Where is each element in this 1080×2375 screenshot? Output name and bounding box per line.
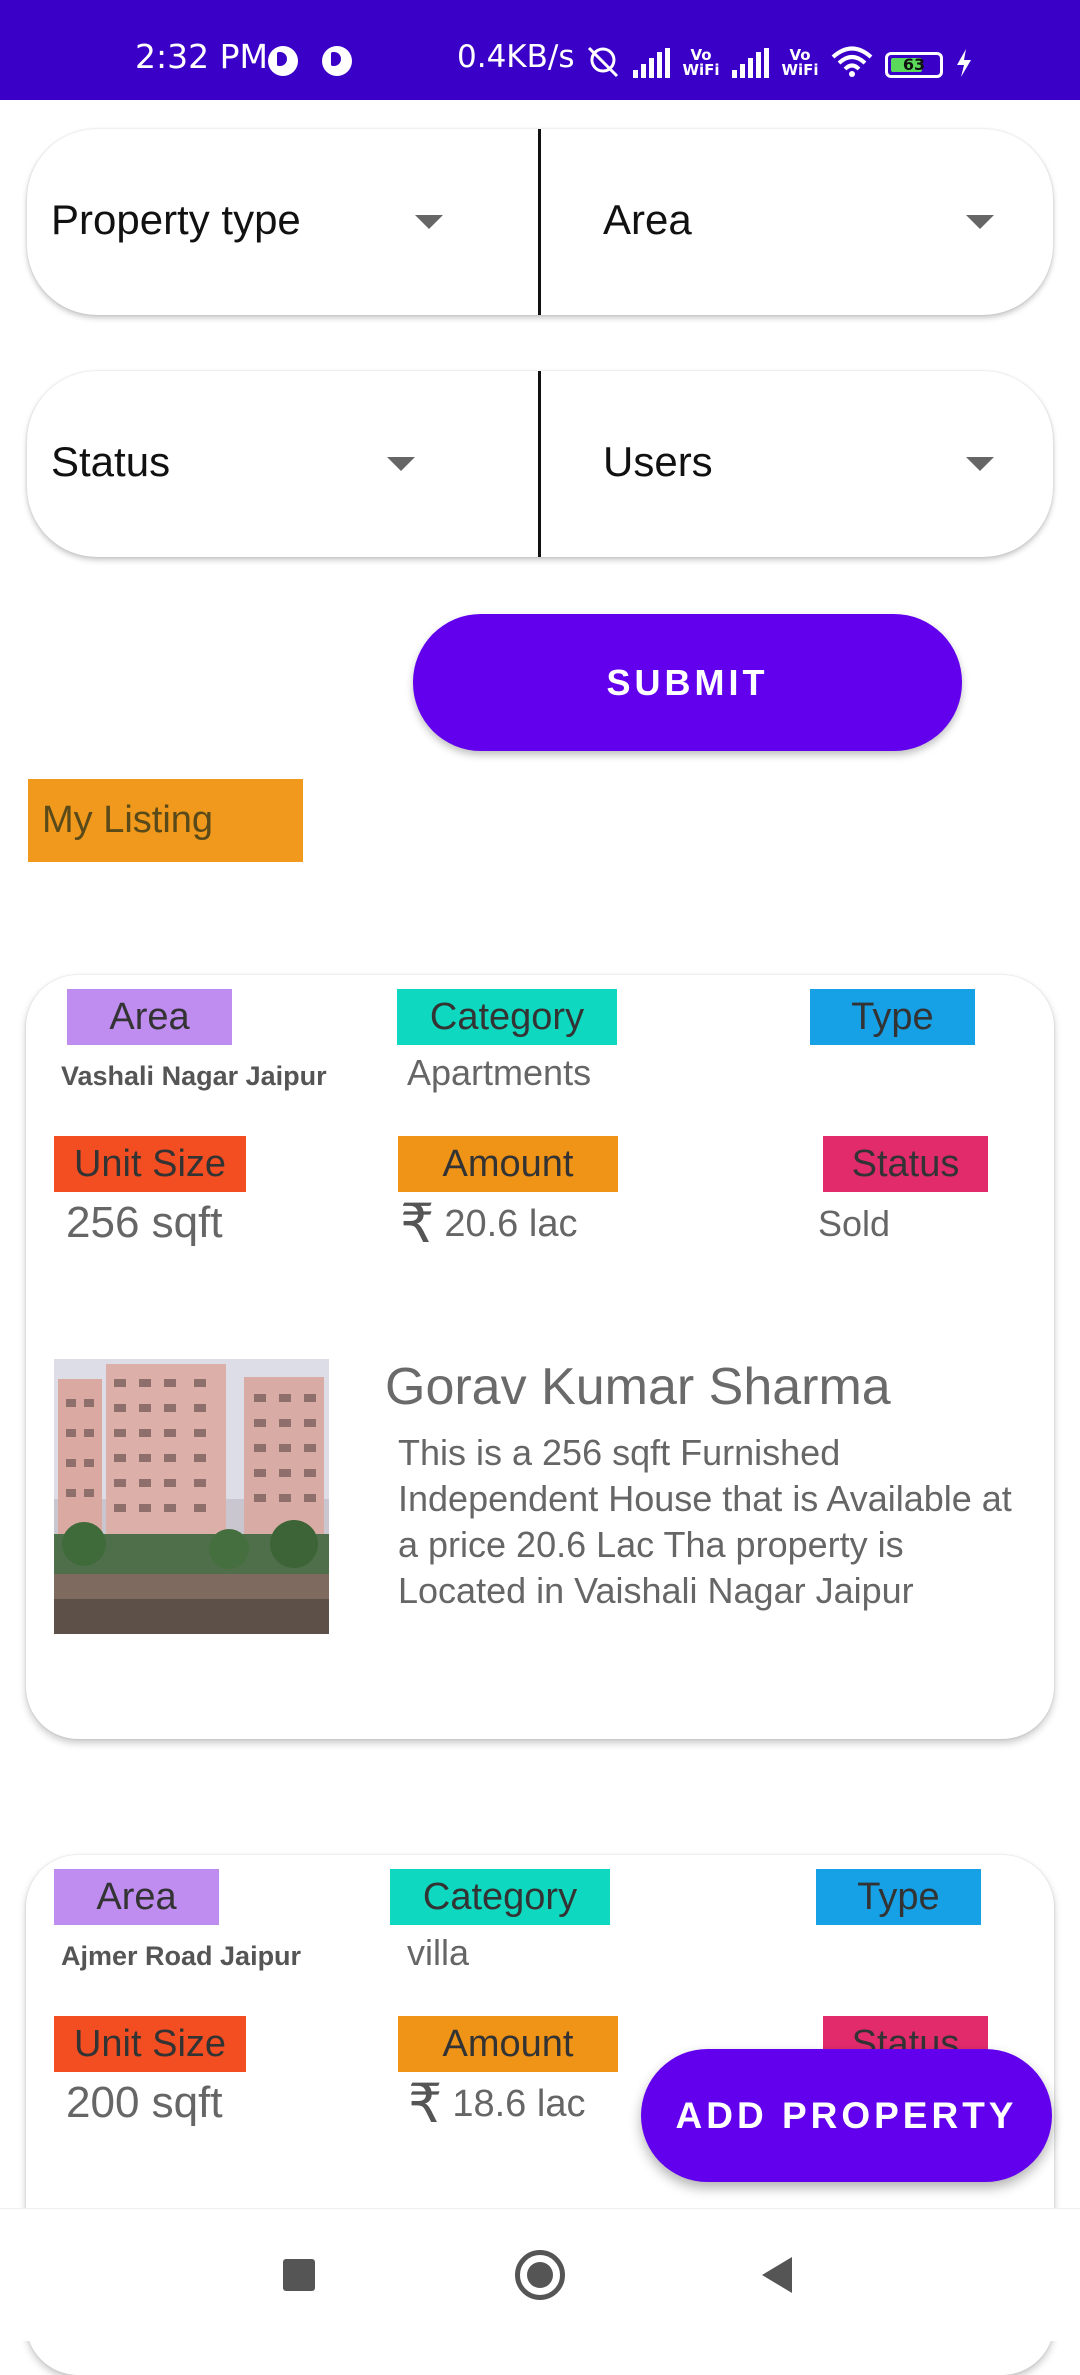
area-value: Vashali Nagar Jaipur xyxy=(61,1061,327,1091)
category-tag: Category xyxy=(397,989,617,1045)
network-speed: 0.4KB/s xyxy=(457,39,575,75)
status-bar: 2:32 PM 0.4KB/s Vo WiFi Vo WiFi 63 xyxy=(0,0,1080,100)
status-label: Status xyxy=(51,438,171,485)
add-property-button[interactable]: ADD PROPERTY xyxy=(641,2049,1052,2182)
vowifi-icon: Vo WiFi xyxy=(682,46,720,79)
amount-number: 18.6 lac xyxy=(452,2083,586,2125)
filter-row-1: Property type Area xyxy=(27,129,1053,315)
filter-row-2: Status Users xyxy=(27,371,1053,557)
unit-size-tag: Unit Size xyxy=(54,2016,246,2072)
amount-tag: Amount xyxy=(398,1136,618,1192)
amount-value: ₹ 18.6 lac xyxy=(408,2077,585,2131)
rupee-icon: ₹ xyxy=(408,2074,443,2134)
signal-icon xyxy=(633,48,670,78)
mute-alarm-icon xyxy=(587,46,619,78)
status-time: 2:32 PM xyxy=(135,37,268,76)
property-description: This is a 256 sqft Furnished Independent… xyxy=(398,1432,1012,1611)
caret-down-icon xyxy=(415,215,443,229)
area-dropdown[interactable]: Area xyxy=(541,129,1053,315)
recents-icon[interactable] xyxy=(283,2259,315,2291)
charging-icon xyxy=(957,49,971,77)
type-tag: Type xyxy=(810,989,975,1045)
caret-down-icon xyxy=(966,457,994,471)
area-value: Ajmer Road Jaipur xyxy=(61,1941,302,1971)
property-type-dropdown[interactable]: Property type xyxy=(27,129,538,315)
notification-icon xyxy=(268,46,298,76)
category-tag: Category xyxy=(390,1869,610,1925)
home-icon[interactable] xyxy=(515,2250,565,2300)
area-label: Area xyxy=(603,196,692,243)
caret-down-icon xyxy=(387,457,415,471)
status-value: Sold xyxy=(818,1203,891,1244)
area-tag: Area xyxy=(67,989,232,1045)
property-photo[interactable] xyxy=(54,1359,329,1634)
unit-size-value: 256 sqft xyxy=(66,1198,223,1247)
users-dropdown[interactable]: Users xyxy=(541,371,1053,557)
status-icons: Vo WiFi Vo WiFi 63 xyxy=(585,38,973,78)
area-tag: Area xyxy=(54,1869,219,1925)
category-value: Apartments xyxy=(407,1052,592,1093)
battery-level: 63 xyxy=(902,55,926,74)
owner-name: Gorav Kumar Sharma xyxy=(385,1358,891,1416)
wifi-icon xyxy=(831,46,873,77)
back-icon[interactable] xyxy=(762,2257,792,2293)
caret-down-icon xyxy=(966,215,994,229)
amount-value: ₹ 20.6 lac xyxy=(400,1197,577,1251)
amount-tag: Amount xyxy=(398,2016,618,2072)
unit-size-value: 200 sqft xyxy=(66,2078,223,2127)
type-tag: Type xyxy=(816,1869,981,1925)
battery-icon: 63 xyxy=(885,52,943,78)
unit-size-tag: Unit Size xyxy=(54,1136,246,1192)
category-value: villa xyxy=(407,1932,470,1973)
signal-icon xyxy=(732,48,769,78)
amount-number: 20.6 lac xyxy=(444,1203,578,1245)
notification-icon xyxy=(322,46,352,76)
vowifi-icon: Vo WiFi xyxy=(781,46,819,79)
navigation-bar xyxy=(0,2208,1080,2341)
status-tag: Status xyxy=(823,1136,988,1192)
users-label: Users xyxy=(603,438,713,485)
my-listing-label: My Listing xyxy=(28,779,303,862)
property-type-label: Property type xyxy=(51,196,301,243)
status-dropdown[interactable]: Status xyxy=(27,371,538,557)
submit-button[interactable]: SUBMIT xyxy=(413,614,962,751)
listing-card[interactable]: Area Vashali Nagar Jaipur Category Apart… xyxy=(26,975,1054,1739)
rupee-icon: ₹ xyxy=(400,1194,435,1254)
